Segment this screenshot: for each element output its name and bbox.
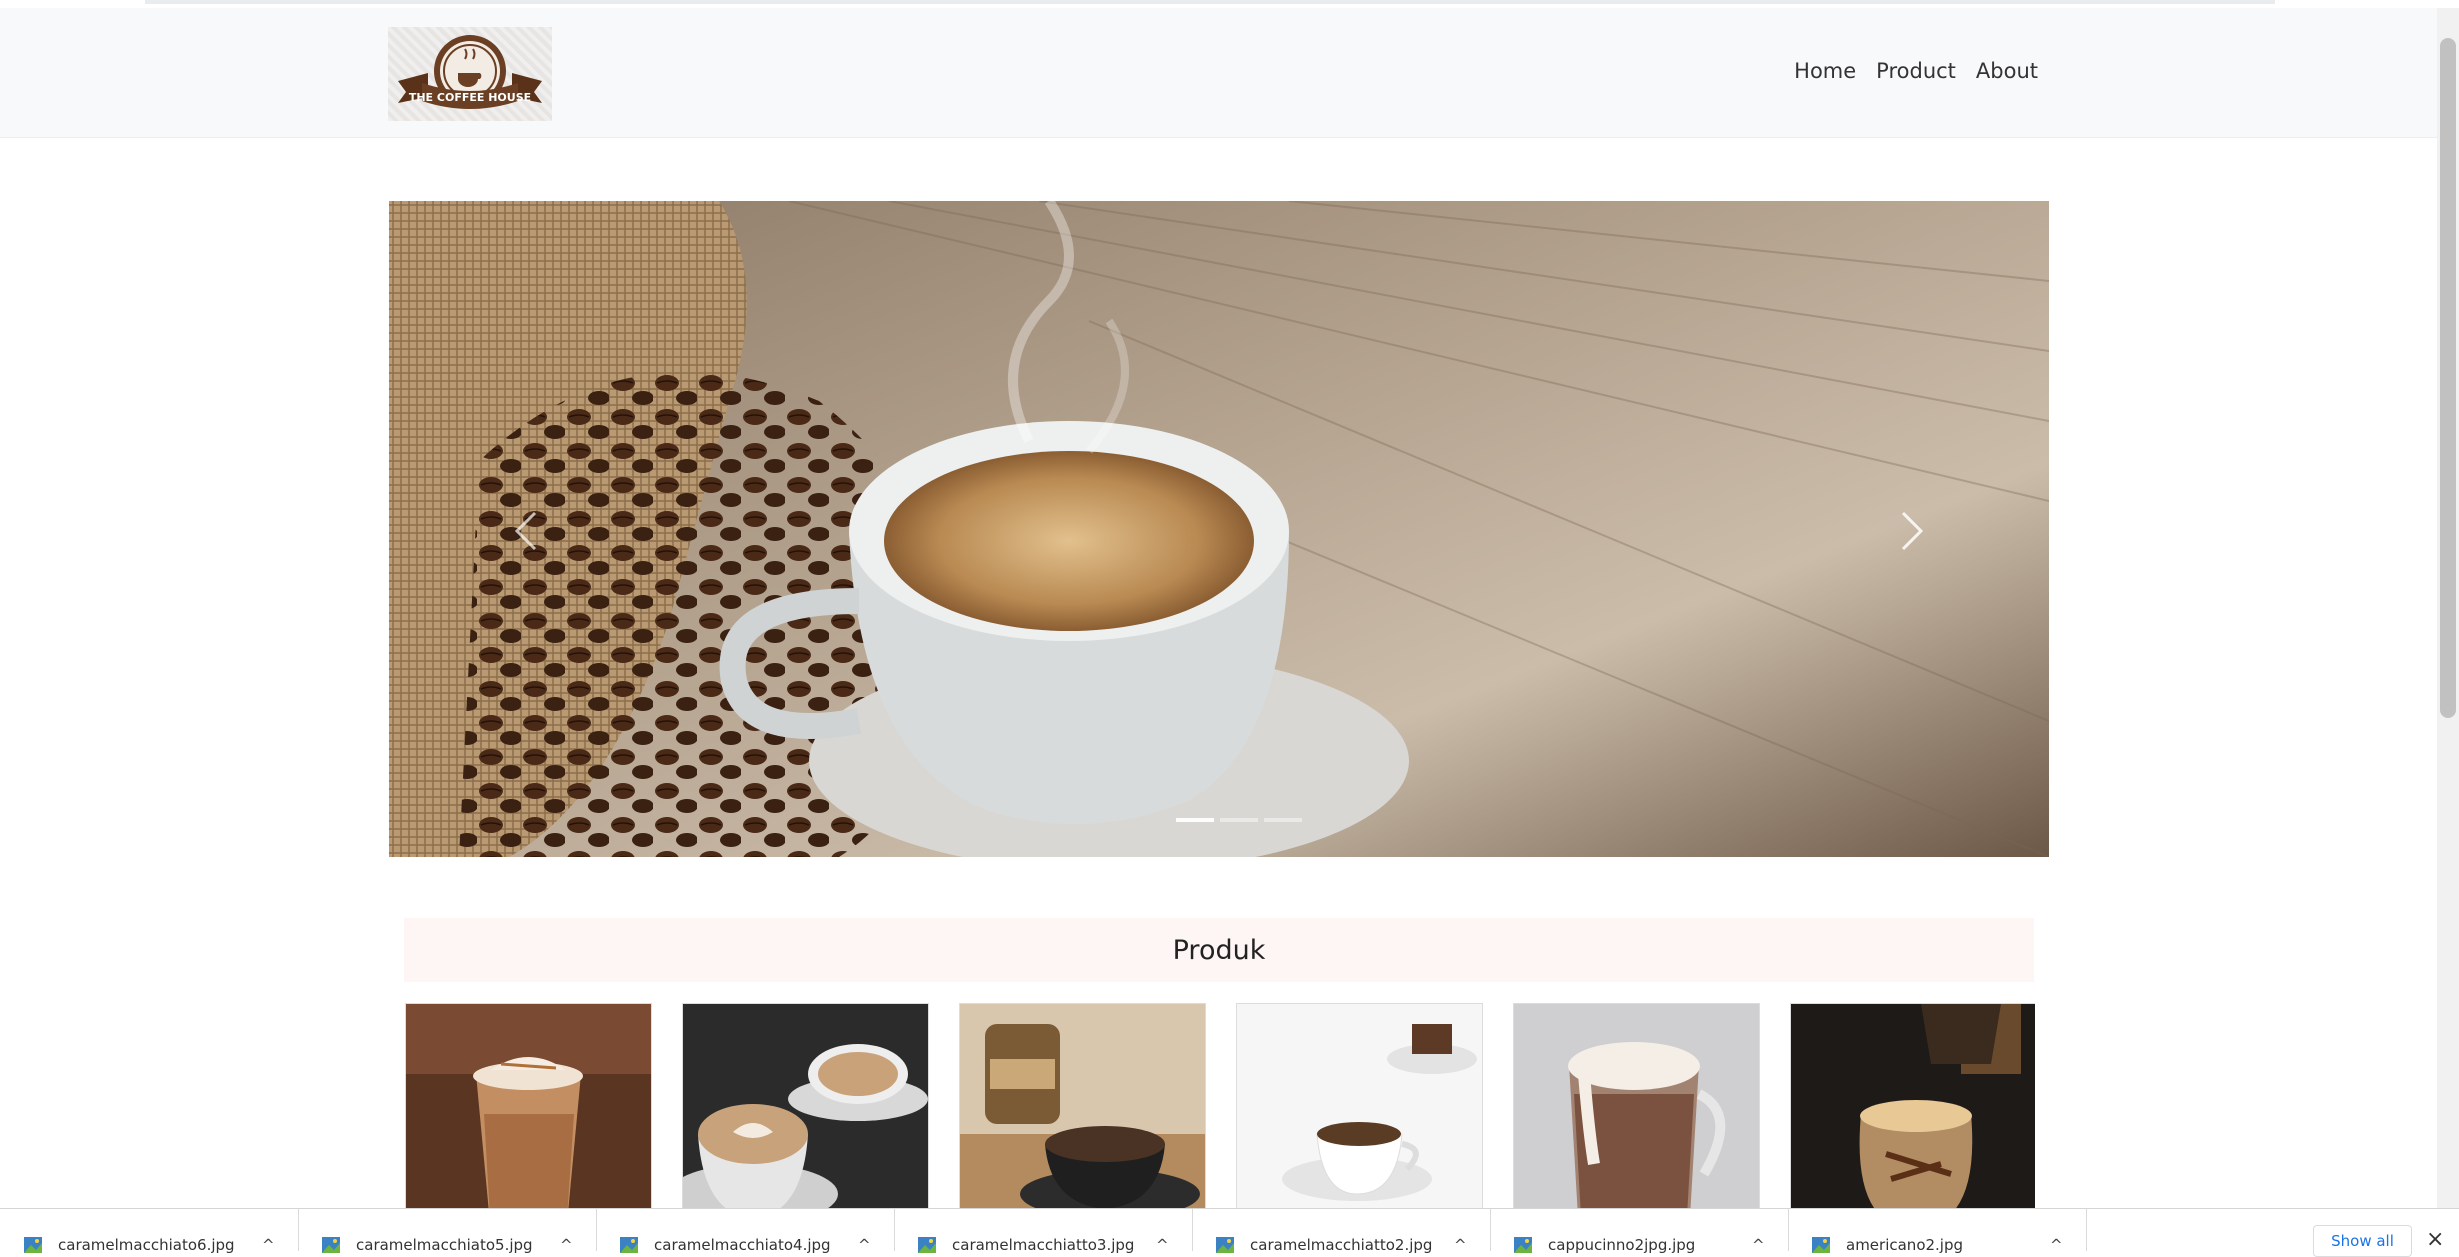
download-file-name: caramelmacchiato4.jpg bbox=[654, 1236, 831, 1254]
image-file-icon bbox=[1514, 1237, 1532, 1253]
carousel-indicator-1[interactable] bbox=[1176, 818, 1214, 822]
carousel-indicators bbox=[1176, 818, 1302, 822]
download-item[interactable]: americano2.jpg ^ bbox=[1788, 1209, 2087, 1254]
product-card-latte-art[interactable] bbox=[682, 1003, 929, 1208]
downloads-bar: caramelmacchiato6.jpg ^ caramelmacchiato… bbox=[0, 1208, 2459, 1257]
coffee-house-logo[interactable]: THE COFFEE HOUSE bbox=[388, 27, 552, 121]
page-scrollbar[interactable] bbox=[2437, 8, 2459, 1208]
nav-product-link[interactable]: Product bbox=[1876, 59, 1956, 83]
logo-text: THE COFFEE HOUSE bbox=[409, 91, 531, 104]
carousel-indicator-3[interactable] bbox=[1264, 818, 1302, 822]
scrollbar-thumb[interactable] bbox=[2440, 38, 2456, 718]
image-file-icon bbox=[24, 1237, 42, 1253]
nav-home-link[interactable]: Home bbox=[1794, 59, 1856, 83]
download-item[interactable]: caramelmacchiato5.jpg ^ bbox=[298, 1209, 597, 1254]
image-file-icon bbox=[620, 1237, 638, 1253]
navbar: THE COFFEE HOUSE Home Product About bbox=[0, 8, 2438, 138]
image-file-icon bbox=[918, 1237, 936, 1253]
product-card-iced-caramel-macchiato[interactable] bbox=[405, 1003, 652, 1208]
image-file-icon bbox=[322, 1237, 340, 1253]
chevron-up-icon[interactable]: ^ bbox=[262, 1236, 275, 1254]
product-card-hot-chocolate[interactable] bbox=[1513, 1003, 1760, 1208]
latte-art-image bbox=[683, 1004, 928, 1208]
chevron-up-icon[interactable]: ^ bbox=[1156, 1236, 1169, 1254]
image-file-icon bbox=[1216, 1237, 1234, 1253]
carousel-next-arrow[interactable] bbox=[1883, 501, 1939, 561]
chevron-up-icon[interactable]: ^ bbox=[1752, 1236, 1765, 1254]
download-file-name: caramelmacchiatto2.jpg bbox=[1250, 1236, 1433, 1254]
products-section-title: Produk bbox=[1172, 934, 1266, 966]
download-file-name: caramelmacchiato6.jpg bbox=[58, 1236, 235, 1254]
download-item[interactable]: caramelmacchiatto3.jpg ^ bbox=[894, 1209, 1193, 1254]
iced-caramel-macchiato-image bbox=[406, 1004, 651, 1208]
carousel-indicator-2[interactable] bbox=[1220, 818, 1258, 822]
hot-chocolate-image bbox=[1514, 1004, 1759, 1208]
chevron-left-icon bbox=[514, 511, 537, 551]
download-item[interactable]: caramelmacchiato4.jpg ^ bbox=[596, 1209, 895, 1254]
logo-badge-icon: THE COFFEE HOUSE bbox=[398, 35, 542, 109]
download-item[interactable]: cappucinno2jpg.jpg ^ bbox=[1490, 1209, 1789, 1254]
chevron-up-icon[interactable]: ^ bbox=[2050, 1236, 2063, 1254]
coffee-drip-image bbox=[1791, 1004, 2035, 1208]
show-all-downloads-button[interactable]: Show all bbox=[2313, 1225, 2412, 1257]
hero-coffee-image bbox=[389, 201, 2049, 857]
download-file-name: caramelmacchiatto3.jpg bbox=[952, 1236, 1135, 1254]
download-item[interactable]: caramelmacchiatto2.jpg ^ bbox=[1192, 1209, 1491, 1254]
main-nav: Home Product About bbox=[1794, 59, 2038, 83]
download-file-name: caramelmacchiato5.jpg bbox=[356, 1236, 533, 1254]
product-card-coffee-jar[interactable] bbox=[959, 1003, 1206, 1208]
product-grid bbox=[405, 1003, 2035, 1208]
browser-top-edge bbox=[145, 0, 2275, 4]
hero-carousel bbox=[389, 201, 2049, 857]
download-file-name: cappucinno2jpg.jpg bbox=[1548, 1236, 1696, 1254]
chevron-up-icon[interactable]: ^ bbox=[560, 1236, 573, 1254]
product-card-espresso-brownie[interactable] bbox=[1236, 1003, 1483, 1208]
products-section-header: Produk bbox=[404, 918, 2034, 982]
chevron-up-icon[interactable]: ^ bbox=[858, 1236, 871, 1254]
espresso-brownie-image bbox=[1237, 1004, 1482, 1208]
product-card-coffee-drip[interactable] bbox=[1790, 1003, 2035, 1208]
chevron-right-icon bbox=[1901, 511, 1924, 551]
coffee-jar-image bbox=[960, 1004, 1205, 1208]
nav-about-link[interactable]: About bbox=[1976, 59, 2038, 83]
carousel-prev-arrow[interactable] bbox=[499, 501, 555, 561]
download-file-name: americano2.jpg bbox=[1846, 1236, 1964, 1254]
image-file-icon bbox=[1812, 1237, 1830, 1253]
chevron-up-icon[interactable]: ^ bbox=[1454, 1236, 1467, 1254]
download-item[interactable]: caramelmacchiato6.jpg ^ bbox=[0, 1209, 299, 1254]
close-downloads-bar-icon[interactable]: × bbox=[2426, 1227, 2444, 1252]
